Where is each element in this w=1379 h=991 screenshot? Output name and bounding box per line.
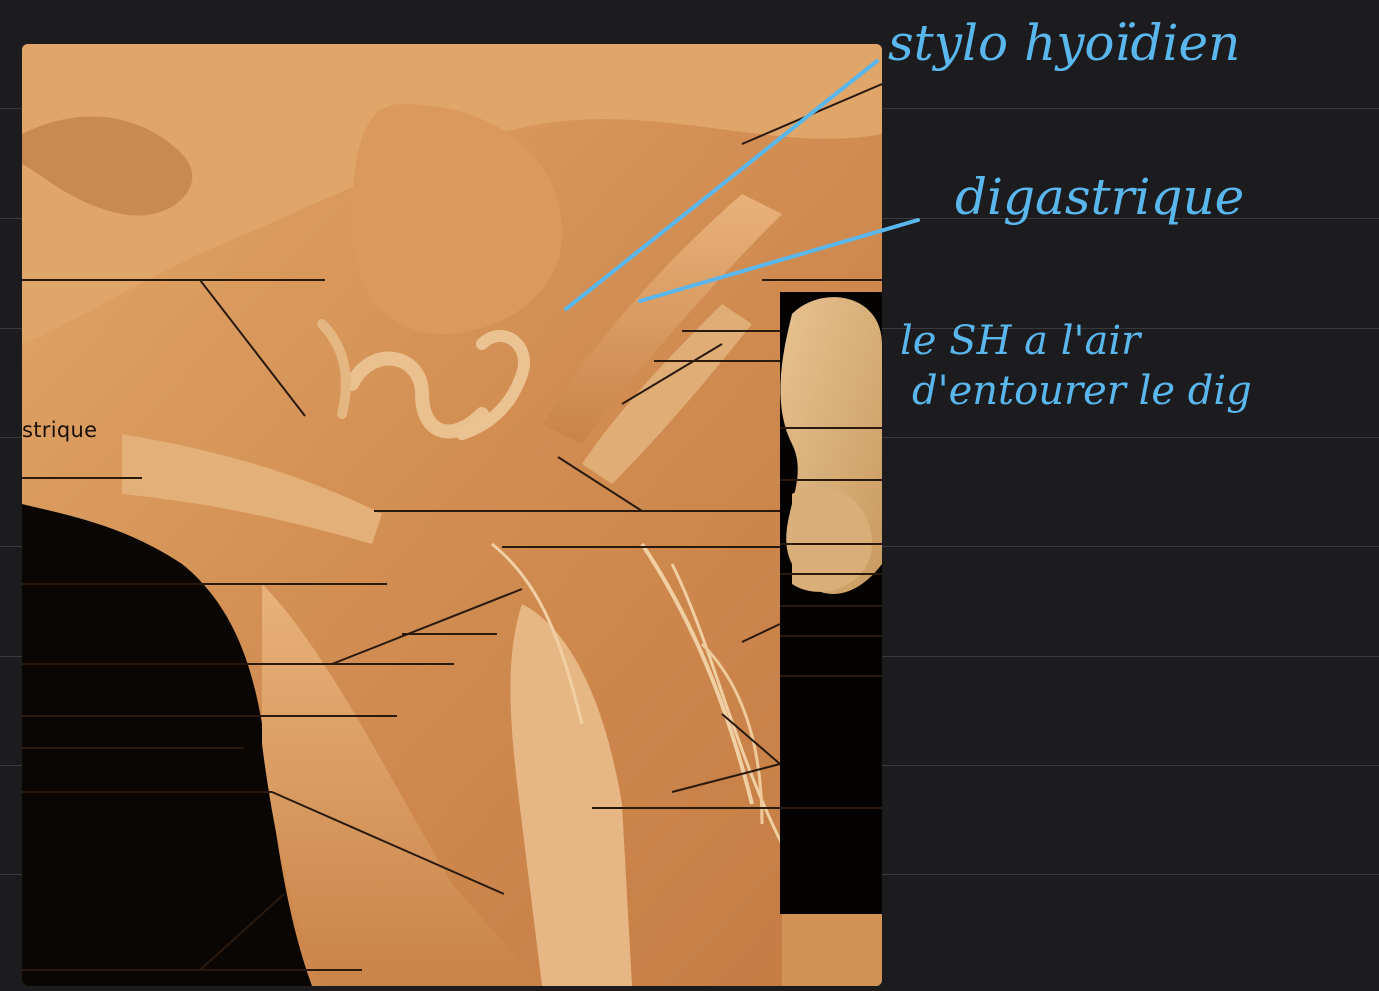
annotation-stylo-hyoidien: stylo hyoïdien [888, 14, 1241, 72]
note-page: strique stylo hyoïdien digastrique le SH… [0, 0, 1379, 991]
dissection-illustration [22, 44, 882, 986]
photo-label: strique [22, 418, 98, 442]
annotation-digastrique: digastrique [955, 168, 1245, 226]
annotation-note-line1: le SH a l'air [900, 318, 1141, 364]
annotation-note-line2: d'entourer le dig [912, 368, 1252, 414]
dissection-photo: strique [22, 44, 882, 986]
